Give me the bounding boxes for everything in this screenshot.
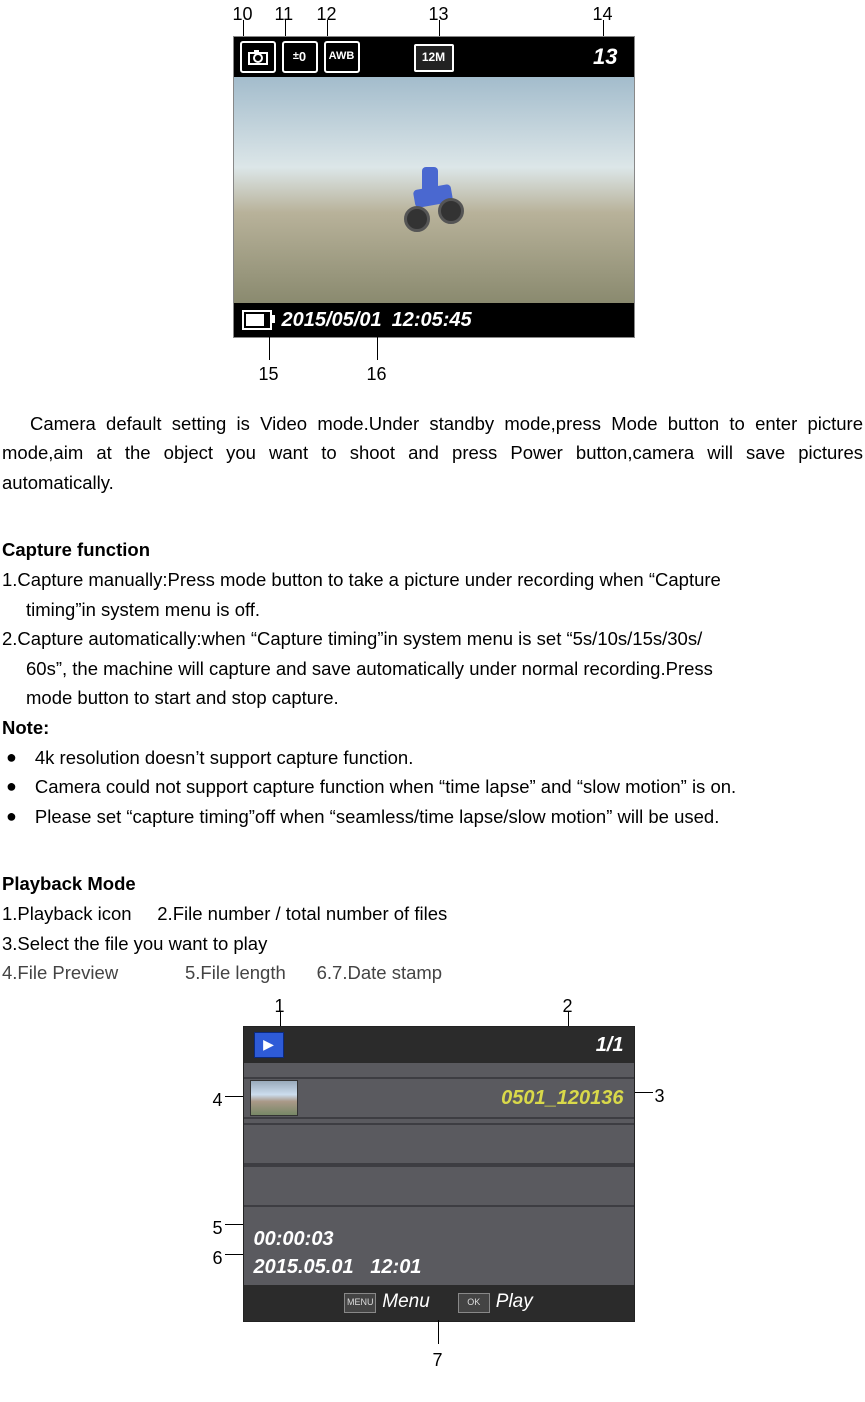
capture-function-title: Capture function — [2, 535, 863, 565]
playback-icon: ▶ — [254, 1032, 284, 1058]
file-date: 2015.05.01 12:01 — [254, 1251, 422, 1283]
callout-16: 16 — [367, 360, 387, 389]
capture-item-2: 2.Capture automatically:when “Capture ti… — [2, 624, 863, 713]
menu-button-label: MENU Menu — [344, 1287, 430, 1317]
callout-5: 5 — [213, 1214, 223, 1243]
bullet-icon: ● — [6, 743, 17, 773]
callout-4: 4 — [213, 1086, 223, 1115]
playback-lcd: ▶ 1/1 0501_120136 00:00:03 2015.05.01 12… — [243, 1026, 635, 1322]
playback-topbar: ▶ 1/1 — [244, 1027, 634, 1063]
resolution-badge: 12M — [414, 44, 454, 72]
playback-screen-figure: 1 2 3 4 5 6 ▶ 1/1 0501_120136 — [0, 992, 865, 1381]
file-count: 1/1 — [596, 1029, 624, 1061]
camera-preview-image — [234, 77, 634, 303]
camera-bottombar: 2015/05/01 12:05:45 — [234, 303, 634, 337]
playback-bottombar: MENU Menu OK Play — [244, 1285, 634, 1321]
note-bullet-2: ● Camera could not support capture funct… — [2, 772, 863, 802]
file-row-selected: 0501_120136 — [244, 1077, 634, 1119]
shots-remaining: 13 — [593, 39, 627, 74]
camera-screen-figure: 10 11 12 13 14 ±0 AWB 12M — [0, 0, 865, 399]
file-row-empty — [244, 1165, 634, 1207]
note-label: Note: — [2, 713, 863, 743]
note-bullet-3: ● Please set “capture timing”off when “s… — [2, 802, 863, 832]
awb-icon: AWB — [324, 41, 360, 73]
note-bullet-1: ● 4k resolution doesn’t support capture … — [2, 743, 863, 773]
camera-mode-icon — [240, 41, 276, 73]
file-thumbnail — [250, 1080, 298, 1116]
camera-topbar: ±0 AWB 12M 13 — [234, 37, 634, 77]
callout-6: 6 — [213, 1244, 223, 1273]
callout-7: 7 — [433, 1346, 443, 1375]
playback-legend-3: 4.File Preview 5.File length 6.7.Date st… — [2, 958, 863, 988]
intro-paragraph: Camera default setting is Video mode.Und… — [2, 409, 863, 498]
battery-icon — [242, 310, 272, 330]
playback-legend-1: 1.Playback icon 2.File number / total nu… — [2, 899, 863, 929]
date-label: 2015/05/01 — [282, 304, 382, 336]
playback-mode-title: Playback Mode — [2, 869, 863, 899]
bullet-icon: ● — [6, 802, 17, 832]
menu-key-icon: MENU — [344, 1293, 376, 1313]
file-row-empty — [244, 1123, 634, 1165]
ok-key-icon: OK — [458, 1293, 490, 1313]
callout-3: 3 — [655, 1082, 665, 1111]
playback-legend-2: 3.Select the file you want to play — [2, 929, 863, 959]
callout-15: 15 — [259, 360, 279, 389]
play-button-label: OK Play — [458, 1287, 533, 1317]
capture-item-1: 1.Capture manually:Press mode button to … — [2, 565, 863, 624]
time-label: 12:05:45 — [392, 304, 472, 336]
ev-icon: ±0 — [282, 41, 318, 73]
camera-lcd: ±0 AWB 12M 13 2015/05/01 — [233, 36, 635, 338]
file-name: 0501_120136 — [501, 1082, 623, 1114]
bullet-icon: ● — [6, 772, 17, 802]
